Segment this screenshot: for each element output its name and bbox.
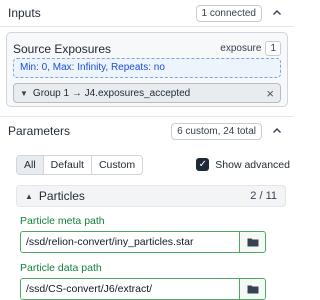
parameters-divider-top — [0, 116, 294, 117]
source-exposures-title: Source Exposures — [13, 41, 112, 56]
show-advanced-toggle[interactable]: ✓ Show advanced — [196, 158, 290, 171]
inputs-header[interactable]: Inputs 1 connected — [0, 2, 294, 24]
show-advanced-label: Show advanced — [215, 158, 290, 171]
inputs-title: Inputs — [8, 6, 41, 20]
source-type-label: exposure — [220, 43, 262, 54]
tab-custom[interactable]: Custom — [92, 156, 142, 174]
folder-icon[interactable] — [239, 279, 265, 299]
caret-down-icon[interactable]: ▼ — [20, 89, 28, 98]
group-title-wrap: ▲ Particles — [25, 189, 85, 203]
inputs-divider — [0, 26, 294, 27]
close-icon[interactable]: × — [266, 86, 274, 101]
parameters-body: All Default Custom ✓ Show advanced ▲ Par… — [8, 145, 294, 300]
triangle-up-icon: ▲ — [25, 191, 33, 201]
parameters-header-right: 6 custom, 24 total — [171, 122, 286, 140]
chevron-up-icon[interactable] — [268, 4, 286, 22]
group-count: 2 / 11 — [250, 190, 277, 202]
tab-all[interactable]: All — [17, 156, 44, 174]
parameter-filter-tabs: All Default Custom — [16, 155, 144, 175]
parameters-count-badge: 6 custom, 24 total — [171, 122, 262, 140]
source-exposures-card: Source Exposures exposure 1 Min: 0, Max:… — [6, 32, 288, 107]
chevron-up-icon[interactable] — [268, 122, 286, 140]
parameters-header[interactable]: Parameters 6 custom, 24 total — [0, 120, 294, 142]
group-title: Particles — [38, 189, 85, 203]
connection-item[interactable]: ▼ Group 1 → J4.exposures_accepted × — [13, 83, 281, 103]
job-builder-panel: Inputs 1 connected Source Exposures expo… — [0, 0, 294, 300]
parameters-title: Parameters — [8, 124, 71, 138]
folder-icon[interactable] — [239, 232, 265, 252]
source-count-badge: 1 — [265, 41, 281, 56]
particle-data-path-input[interactable] — [21, 279, 239, 299]
connection-label: Group 1 → J4.exposures_accepted — [32, 87, 191, 99]
particle-meta-path-label: Particle meta path — [20, 215, 105, 227]
group-particles-header[interactable]: ▲ Particles 2 / 11 — [16, 185, 286, 207]
input-constraints: Min: 0, Max: Infinity, Repeats: no — [13, 58, 281, 78]
particle-meta-path-input[interactable] — [21, 232, 239, 252]
source-type: exposure 1 — [220, 41, 281, 56]
tab-default[interactable]: Default — [44, 156, 92, 174]
inputs-count-badge: 1 connected — [195, 4, 262, 22]
particle-data-path-label: Particle data path — [20, 262, 102, 274]
particle-meta-path-field — [20, 231, 266, 253]
checkbox-checked-icon[interactable]: ✓ — [196, 158, 210, 171]
particle-data-path-field — [20, 278, 266, 300]
inputs-header-right: 1 connected — [195, 4, 287, 22]
source-exposures-row: Source Exposures exposure 1 — [13, 41, 281, 56]
